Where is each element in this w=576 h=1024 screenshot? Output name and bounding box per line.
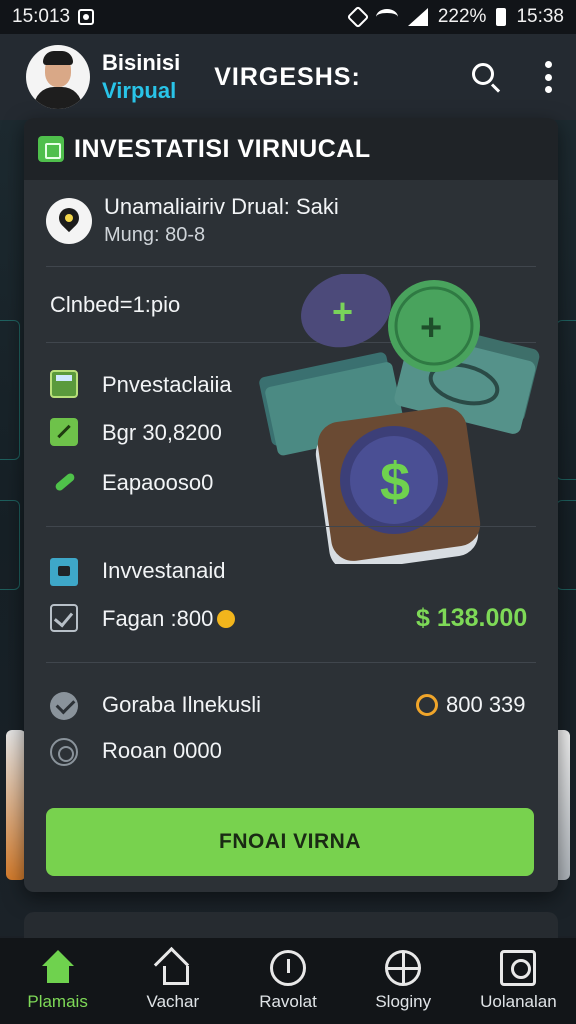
divider [46,266,536,267]
divider [46,526,536,527]
nav-label: Plamais [27,992,88,1011]
status-right: 222% 15:38 [346,5,564,29]
svg-text:+: + [332,291,353,332]
inbox-icon [50,558,78,586]
bottom-nav: Plamais Vachar Ravolat Sloginy Uolanalan [0,938,576,1024]
nav-label: Ravolat [259,992,317,1011]
wallet-icon [38,136,64,162]
location-name: Unamaliairiv Drual: Saki [104,194,339,219]
list-item-label: Bgr 30,8200 [102,420,222,445]
svg-text:$: $ [380,452,410,512]
app-header: Bisinisi Virpual VIRGESHS: [0,34,576,120]
investment-row-label: Fagan :800 [102,606,214,631]
nav-item-home[interactable]: Plamais [0,938,115,1024]
target-icon [385,950,422,986]
signal-icon [407,8,428,26]
nav-label: Uolanalan [480,992,557,1011]
nav-item-sloginy[interactable]: Sloginy [346,938,461,1024]
search-icon [472,63,494,85]
location-sub: Mung: 80-8 [104,224,206,246]
summary-row-label: Rooan 0000 [102,738,222,763]
battery-percent: 222% [437,6,487,27]
investment-title: Invvestanaid [102,558,226,583]
wifi-icon [375,9,398,25]
primary-action-button[interactable]: FNOAI VIRNA [46,808,534,876]
clock-icon [270,950,306,986]
brand-subname: Virpual [102,78,177,103]
avatar[interactable] [26,45,90,109]
investment-card: INVESTATISI VIRNUCAL Unamaliairiv Drual:… [24,118,558,892]
list-item-label: Eapaooso0 [102,470,214,495]
calculator-icon [50,370,78,398]
section-label: Clnbed=1:pio [50,292,181,317]
battery-icon [496,8,507,26]
checkbox-icon[interactable] [50,604,78,632]
wallet-box: $ [315,407,481,564]
summary-value: 800 339 [446,692,526,717]
investment-amount: $ 138.000 [416,604,528,632]
nav-item-ravolat[interactable]: Ravolat [230,938,345,1024]
card-title: INVESTATISI VIRNUCAL [74,134,371,163]
search-button[interactable] [466,57,506,97]
phone-icon [50,468,78,496]
nav-item-vachar[interactable]: Vachar [115,938,230,1024]
nav-label: Sloginy [375,992,432,1011]
nav-item-uolanalan[interactable]: Uolanalan [461,938,576,1024]
divider [46,662,536,663]
brand-name: Bisinisi [102,50,181,75]
card-header: INVESTATISI VIRNUCAL [24,118,558,180]
home-icon [40,950,76,986]
mute-icon [346,5,370,29]
coin-green-right: + [388,280,480,372]
status-time-right: 15:38 [516,6,564,27]
house-outline-icon [155,950,191,986]
more-vertical-icon[interactable] [542,57,554,97]
verified-badge-icon [50,692,78,720]
svg-text:+: + [420,307,442,349]
summary-title: Goraba Ilnekusli [102,692,261,717]
location-pin-icon [46,198,92,244]
investment-row: Fagan :800 [102,606,236,632]
status-left: 15:013 [12,6,95,28]
status-bar: 15:013 222% 15:38 [0,0,576,34]
list-item-label: Pnvestaclaiia [102,372,232,397]
header-title: VIRGESHS: [214,62,361,91]
coin-purple-top: + [301,274,391,348]
brand: Bisinisi Virpual [102,49,180,105]
coin-outline-icon [50,738,78,766]
background-photo-left [6,730,26,880]
coin-icon [217,610,236,628]
status-time-left: 15:013 [12,6,71,27]
money-illustration: + + $ [259,274,540,564]
profile-icon [500,950,537,986]
notification-icon [78,9,95,25]
nav-label: Vachar [146,992,200,1011]
chart-icon [50,418,78,446]
alert-icon [416,694,438,716]
